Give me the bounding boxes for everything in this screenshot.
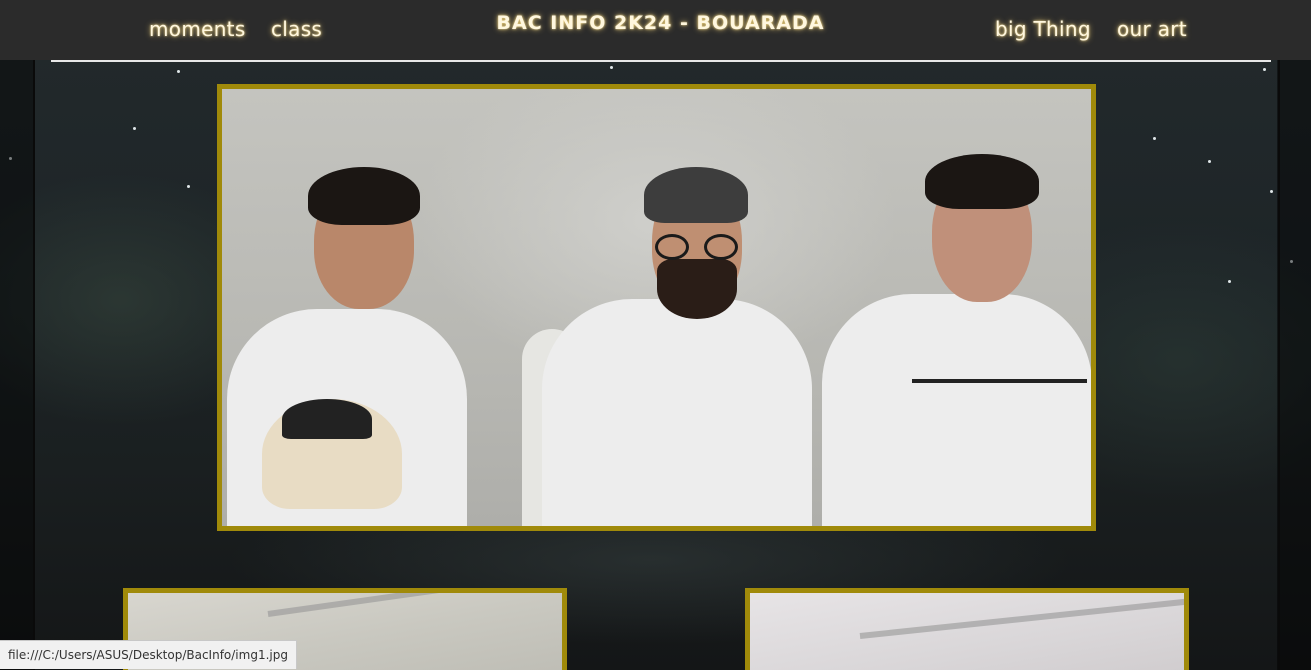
browser-status-bar: file:///C:/Users/ASUS/Desktop/BacInfo/im…: [0, 640, 297, 669]
featured-photo[interactable]: [217, 84, 1096, 531]
nav-link-big-thing[interactable]: big Thing: [995, 17, 1091, 41]
left-divider: [33, 60, 35, 670]
right-divider: [1278, 60, 1280, 670]
site-title: BAC INFO 2K24 - BOUARADA: [496, 12, 825, 34]
thumbnail-photo-2[interactable]: [745, 588, 1189, 670]
right-side-shade: [1277, 60, 1311, 670]
nav-link-our-art[interactable]: our art: [1117, 17, 1187, 41]
status-url: file:///C:/Users/ASUS/Desktop/BacInfo/im…: [8, 648, 288, 662]
left-side-shade: [0, 60, 34, 670]
site-header: moments class BAC INFO 2K24 - BOUARADA b…: [0, 0, 1311, 60]
thumbnail-image-2: [750, 593, 1184, 670]
header-divider: [51, 60, 1271, 62]
